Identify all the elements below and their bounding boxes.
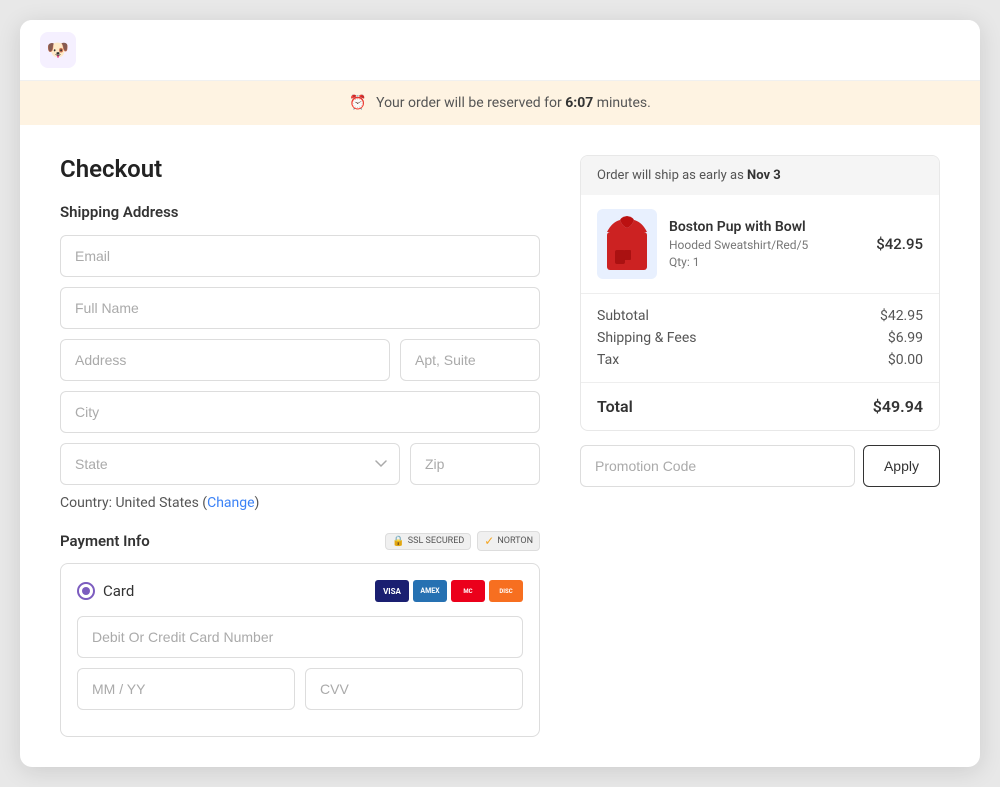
tax-line: Tax $0.00 [597, 352, 923, 368]
expiry-group [77, 668, 295, 710]
shipping-section-title: Shipping Address [60, 203, 540, 221]
card-radio[interactable] [77, 582, 95, 600]
payment-header: Payment Info 🔒 SSL SECURED ✓ NORTON [60, 531, 540, 551]
email-group [60, 235, 540, 277]
apt-group [400, 339, 540, 381]
main-content: Checkout Shipping Address [20, 125, 980, 767]
change-country-link[interactable]: Change [207, 495, 254, 511]
product-row: Boston Pup with Bowl Hooded Sweatshirt/R… [581, 195, 939, 294]
price-rows: Subtotal $42.95 Shipping & Fees $6.99 Ta… [581, 294, 939, 383]
country-line: Country: United States (Change) [60, 495, 540, 511]
total-label: Total [597, 397, 633, 416]
address-field[interactable] [60, 339, 390, 381]
main-window: 🐶 ⏰ Your order will be reserved for 6:07… [20, 20, 980, 767]
city-group [60, 391, 540, 433]
card-number-field[interactable] [77, 616, 523, 658]
total-row: Total $49.94 [581, 383, 939, 430]
visa-icon: VISA [375, 580, 409, 602]
address-group [60, 339, 390, 381]
discover-icon: DISC [489, 580, 523, 602]
logo: 🐶 [40, 32, 76, 68]
clock-icon: ⏰ [349, 95, 366, 111]
card-row: Card VISA AMEX MC DISC [77, 580, 523, 602]
tax-label: Tax [597, 352, 619, 368]
norton-check-icon: ✓ [484, 534, 494, 548]
order-summary: Order will ship as early as Nov 3 [580, 155, 940, 431]
security-badges: 🔒 SSL SECURED ✓ NORTON [385, 531, 540, 551]
subtotal-label: Subtotal [597, 308, 649, 324]
card-label: Card [77, 582, 134, 600]
shipping-value: $6.99 [888, 330, 923, 346]
amex-icon: AMEX [413, 580, 447, 602]
left-column: Checkout Shipping Address [60, 155, 540, 737]
mastercard-icon: MC [451, 580, 485, 602]
page-title: Checkout [60, 155, 540, 183]
card-icons: VISA AMEX MC DISC [375, 580, 523, 602]
promo-row: Apply [580, 445, 940, 487]
product-variant: Hooded Sweatshirt/Red/5 [669, 238, 864, 252]
shipping-label: Shipping & Fees [597, 330, 696, 346]
ship-date: Nov 3 [747, 168, 781, 183]
fullname-group [60, 287, 540, 329]
total-value: $49.94 [873, 397, 923, 416]
product-image-svg [602, 214, 652, 274]
apt-field[interactable] [400, 339, 540, 381]
state-zip-row: State AlabamaAlaskaArizona ArkansasCalif… [60, 443, 540, 485]
timer-time: 6:07 [565, 95, 593, 111]
lock-icon: 🔒 [392, 536, 404, 547]
tax-value: $0.00 [888, 352, 923, 368]
shipping-line: Shipping & Fees $6.99 [597, 330, 923, 346]
card-number-group [77, 616, 523, 658]
expiry-cvv-row [77, 668, 523, 710]
right-column: Order will ship as early as Nov 3 [580, 155, 940, 737]
product-qty: Qty: 1 [669, 255, 864, 269]
zip-field[interactable] [410, 443, 540, 485]
subtotal-line: Subtotal $42.95 [597, 308, 923, 324]
product-info: Boston Pup with Bowl Hooded Sweatshirt/R… [669, 219, 864, 269]
promo-code-field[interactable] [580, 445, 855, 487]
zip-wrap [410, 443, 540, 485]
email-field[interactable] [60, 235, 540, 277]
cvv-field[interactable] [305, 668, 523, 710]
address-row [60, 339, 540, 381]
fullname-field[interactable] [60, 287, 540, 329]
product-price: $42.95 [876, 235, 923, 253]
timer-banner: ⏰ Your order will be reserved for 6:07 m… [20, 81, 980, 125]
apply-button[interactable]: Apply [863, 445, 940, 487]
expiry-field[interactable] [77, 668, 295, 710]
timer-text: Your order will be reserved for 6:07 min… [376, 95, 651, 111]
state-select[interactable]: State AlabamaAlaskaArizona ArkansasCalif… [60, 443, 400, 485]
city-field[interactable] [60, 391, 540, 433]
subtotal-value: $42.95 [880, 308, 923, 324]
payment-section-title: Payment Info [60, 532, 150, 550]
ship-header: Order will ship as early as Nov 3 [581, 156, 939, 195]
state-select-wrap: State AlabamaAlaskaArizona ArkansasCalif… [60, 443, 400, 485]
top-bar: 🐶 [20, 20, 980, 81]
payment-box: Card VISA AMEX MC DISC [60, 563, 540, 737]
norton-badge: ✓ NORTON [477, 531, 540, 551]
product-image [597, 209, 657, 279]
cvv-group [305, 668, 523, 710]
product-name: Boston Pup with Bowl [669, 219, 864, 235]
ssl-badge: 🔒 SSL SECURED [385, 533, 471, 550]
